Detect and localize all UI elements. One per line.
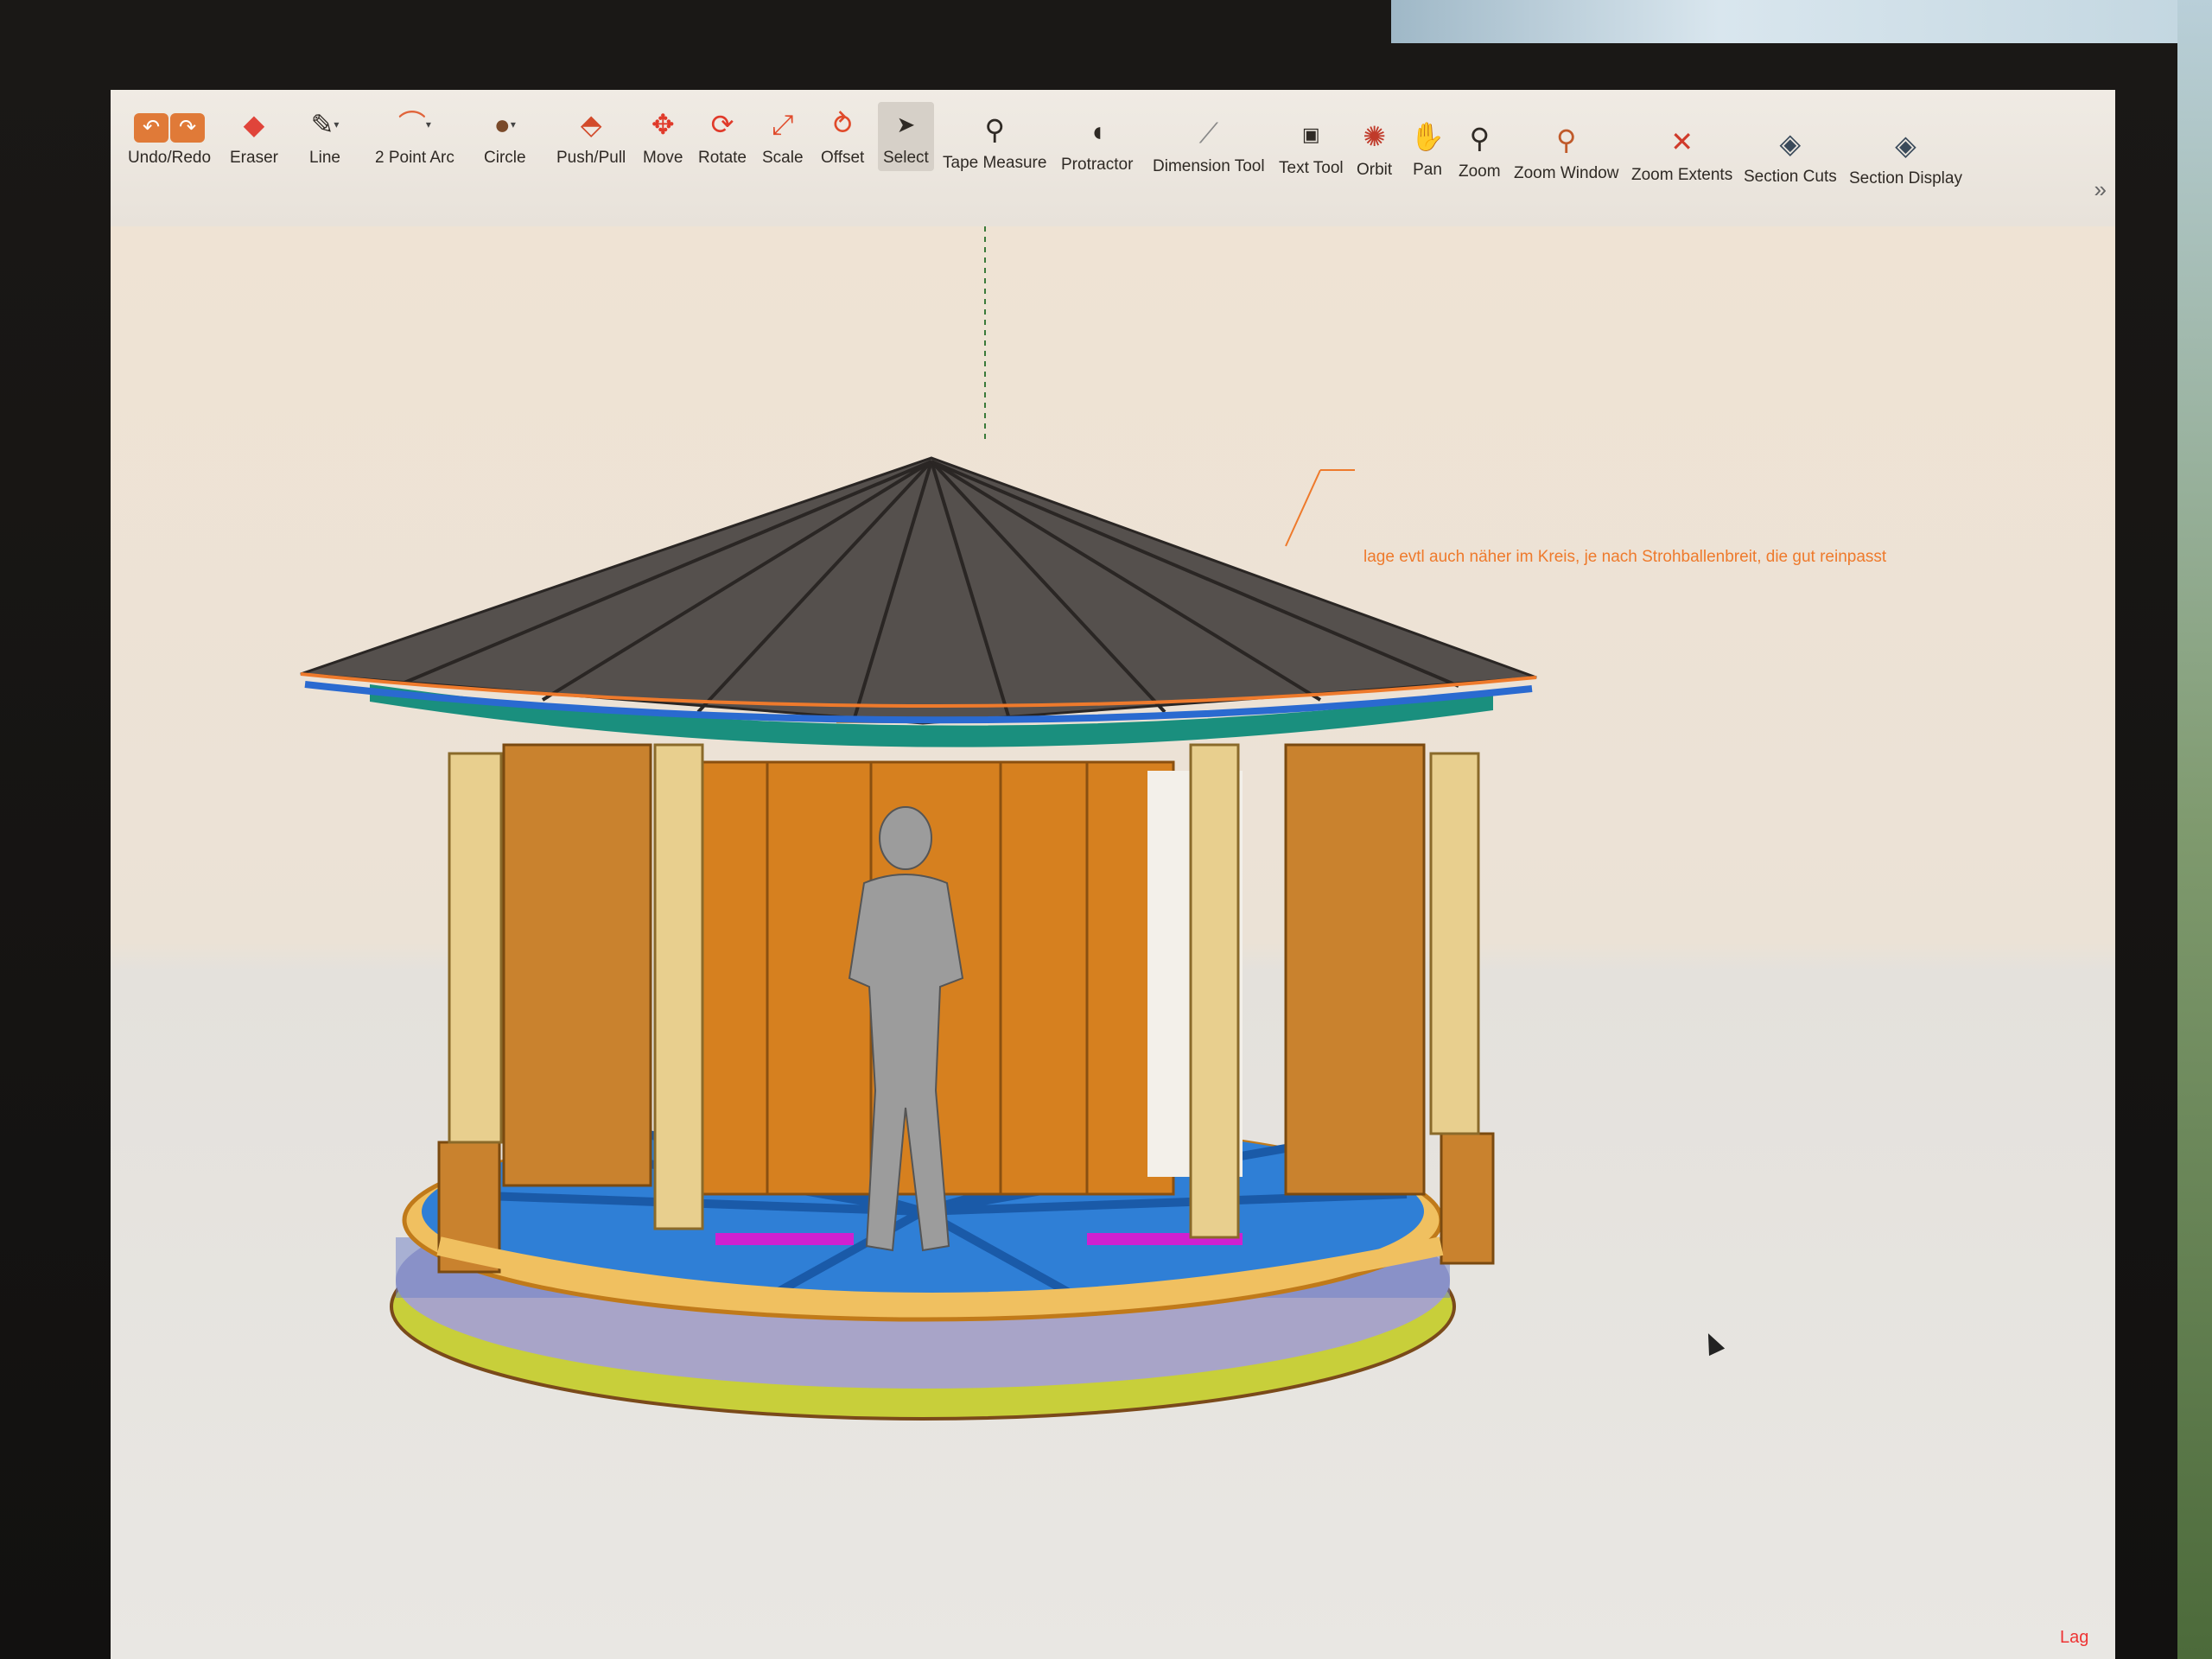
offset-button[interactable]: ⥁ Offset [821,107,864,168]
model-viewport[interactable]: lage evtl auch näher im Kreis, je nach S… [111,226,2115,1659]
protractor-icon: ◖ [1089,116,1106,147]
tool-label: Tape Measure [943,154,1047,172]
protractor-button[interactable]: ◖ Protractor [1061,114,1133,175]
arc-button[interactable]: ⌒▾ 2 Point Arc [375,107,454,168]
section-display-icon: ◈ [1895,130,1916,161]
cursor-icon: ➤ [896,111,916,137]
background-plants [2177,0,2212,1659]
zoom-button[interactable]: ⚲ Zoom [1459,121,1501,181]
dimension-icon: ⟋ [1198,118,1218,149]
eraser-button[interactable]: ◆ Eraser [230,107,278,168]
tool-label: Line [309,149,340,167]
offset-icon: ⥁ [833,109,853,140]
background-window [1391,0,2212,43]
tool-label: Offset [821,149,865,167]
tool-label: Protractor [1061,156,1134,174]
zoom-extents-icon: ✕ [1670,126,1694,157]
tool-label: Circle [484,149,526,167]
left-wall-panel [502,743,652,1187]
annotation-leader [1285,469,1321,547]
text-tool-button[interactable]: ▣ Text Tool [1279,118,1344,178]
sketchup-screen: ↶ ↷ Undo/Redo ◆ Eraser ✎▾ Line ⌒▾ 2 Point… [111,90,2115,1659]
tool-label: Dimension Tool [1153,157,1265,175]
tool-label: Eraser [230,149,278,167]
push-pull-button[interactable]: ⬘ Push/Pull [556,107,626,168]
dimension-button[interactable]: ⟋ Dimension Tool [1153,116,1265,176]
section-cuts-button[interactable]: ◈ Section Cuts [1744,126,1837,187]
push-pull-icon: ⬘ [580,109,602,140]
right-wall-panel [1284,743,1426,1196]
tool-label: Pan [1413,161,1442,179]
tool-label: Rotate [698,149,747,167]
section-cuts-icon: ◈ [1779,128,1802,159]
scale-button[interactable]: ⤢ Scale [762,107,804,168]
toolbar-overflow-button[interactable]: » [2094,176,2107,203]
orbit-icon: ✺ [1363,121,1386,152]
move-button[interactable]: ✥ Move [643,107,683,168]
text-icon: ▣ [1301,124,1320,145]
tool-label: Zoom [1459,162,1501,181]
roof-cone [300,456,1537,725]
rotate-button[interactable]: ⟳ Rotate [698,107,747,168]
annotation-text-main[interactable]: lage evtl auch näher im Kreis, je nach S… [1363,548,1886,567]
arc-icon: ⌒▾ [397,109,431,140]
tape-measure-icon: ⚲ [984,114,1005,145]
tool-label: Section Display [1849,169,1962,188]
eraser-icon: ◆ [243,109,265,140]
circle-icon: ●▾ [493,109,516,140]
tool-label: 2 Point Arc [375,149,454,167]
tool-label: Select [883,149,929,167]
main-toolbar: ↶ ↷ Undo/Redo ◆ Eraser ✎▾ Line ⌒▾ 2 Point… [111,90,2115,227]
undo-redo-icon: ↶ ↷ [126,107,213,143]
tool-label: Move [643,149,683,167]
tool-label: Undo/Redo [127,149,212,167]
hand-icon: ✋ [1410,121,1445,152]
pan-button[interactable]: ✋ Pan [1410,119,1445,180]
scale-icon: ⤢ [771,109,794,140]
rotate-icon: ⟳ [710,109,734,140]
undo-redo-button[interactable]: ↶ ↷ Undo/Redo [126,107,213,168]
tool-label: Orbit [1357,161,1393,179]
zoom-extents-button[interactable]: ✕ Zoom Extents [1631,124,1732,185]
line-button[interactable]: ✎▾ Line [308,107,342,168]
tool-label: Zoom Extents [1631,166,1733,184]
magenta-beam-left [715,1233,854,1245]
right-low-wall [1440,1132,1495,1265]
section-display-button[interactable]: ◈ Section Display [1849,128,1962,188]
annotation-text-edge[interactable]: Lag [2060,1628,2088,1648]
zoom-window-icon: ⚲ [1555,124,1577,156]
tool-label: Push/Pull [556,149,626,167]
select-button[interactable]: ➤ Select [878,102,934,171]
tape-measure-button[interactable]: ⚲ Tape Measure [943,112,1046,173]
zoom-window-button[interactable]: ⚲ Zoom Window [1514,123,1618,183]
move-icon: ✥ [651,109,675,140]
3d-model-drawing [300,226,1537,1421]
magnifier-icon: ⚲ [1469,123,1490,154]
pencil-icon: ✎▾ [310,109,340,140]
tool-label: Section Cuts [1744,168,1837,186]
tool-label: Scale [762,149,804,167]
orbit-button[interactable]: ✺ Orbit [1357,119,1392,180]
tool-label: Zoom Window [1514,164,1619,182]
tool-label: Text Tool [1279,159,1344,177]
circle-button[interactable]: ●▾ Circle [484,107,526,168]
